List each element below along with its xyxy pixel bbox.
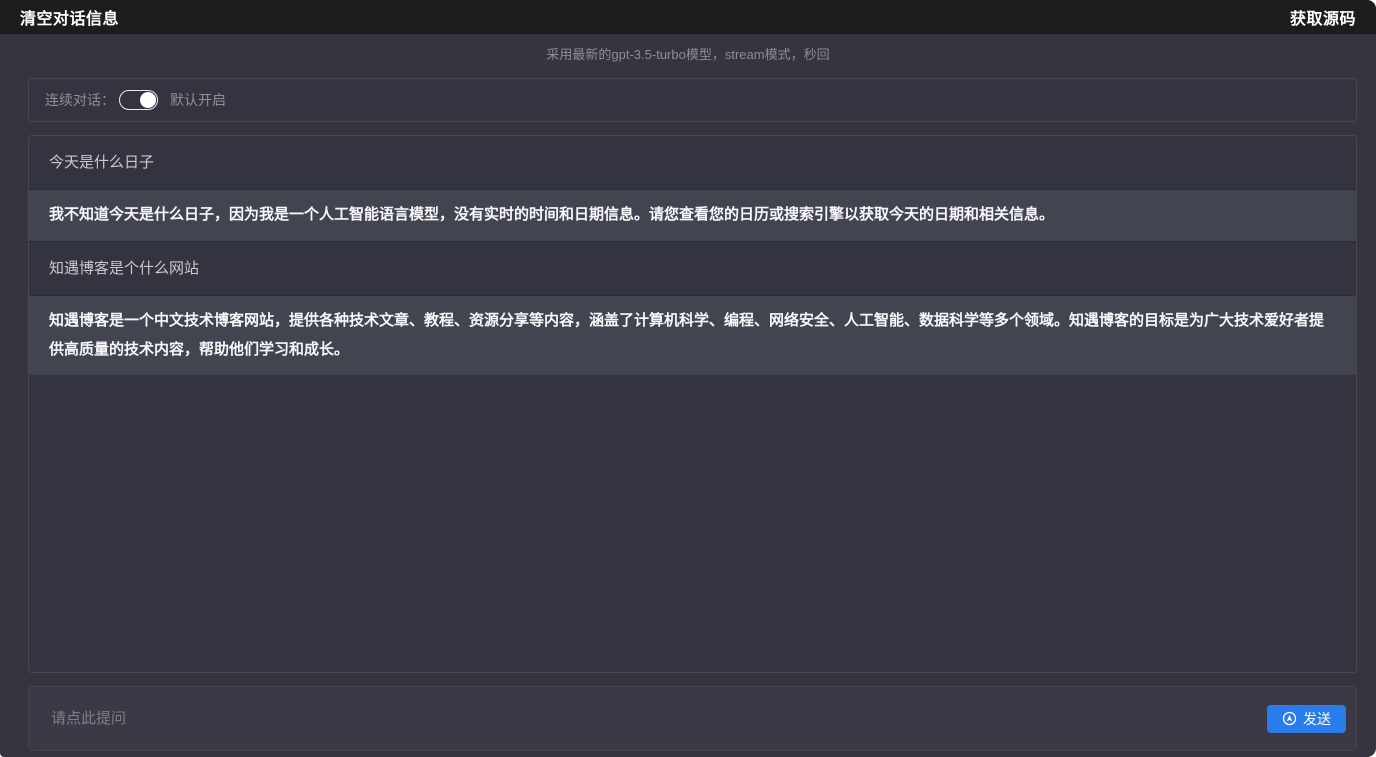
chat-history-panel: 今天是什么日子我不知道今天是什么日子，因为我是一个人工智能语言模型，没有实时的时… bbox=[28, 135, 1357, 673]
clear-conversation-button[interactable]: 清空对话信息 bbox=[20, 5, 119, 29]
send-icon bbox=[1282, 711, 1297, 726]
chat-question: 知遇博客是个什么网站 bbox=[29, 241, 1356, 295]
chat-answer: 知遇博客是一个中文技术博客网站，提供各种技术文章、教程、资源分享等内容，涵盖了计… bbox=[29, 295, 1356, 375]
chat-answer: 我不知道今天是什么日子，因为我是一个人工智能语言模型，没有实时的时间和日期信息。… bbox=[29, 189, 1356, 241]
default-on-hint: 默认开启 bbox=[170, 90, 226, 110]
top-bar: 清空对话信息 获取源码 bbox=[0, 0, 1376, 34]
model-subtitle: 采用最新的gpt-3.5-turbo模型，stream模式，秒回 bbox=[0, 44, 1376, 62]
continuous-chat-toggle[interactable] bbox=[119, 90, 158, 110]
composer-panel: 发送 bbox=[28, 686, 1357, 751]
settings-panel: 连续对话： 默认开启 bbox=[28, 78, 1357, 122]
chat-question: 今天是什么日子 bbox=[29, 136, 1356, 189]
continuous-chat-label: 连续对话： bbox=[45, 90, 115, 110]
get-source-code-button[interactable]: 获取源码 bbox=[1290, 5, 1356, 29]
send-button[interactable]: 发送 bbox=[1267, 705, 1346, 733]
send-button-label: 发送 bbox=[1303, 709, 1331, 729]
chat-app: 清空对话信息 获取源码 采用最新的gpt-3.5-turbo模型，stream模… bbox=[0, 0, 1376, 757]
prompt-input[interactable] bbox=[49, 686, 1267, 751]
toggle-knob bbox=[140, 92, 156, 108]
